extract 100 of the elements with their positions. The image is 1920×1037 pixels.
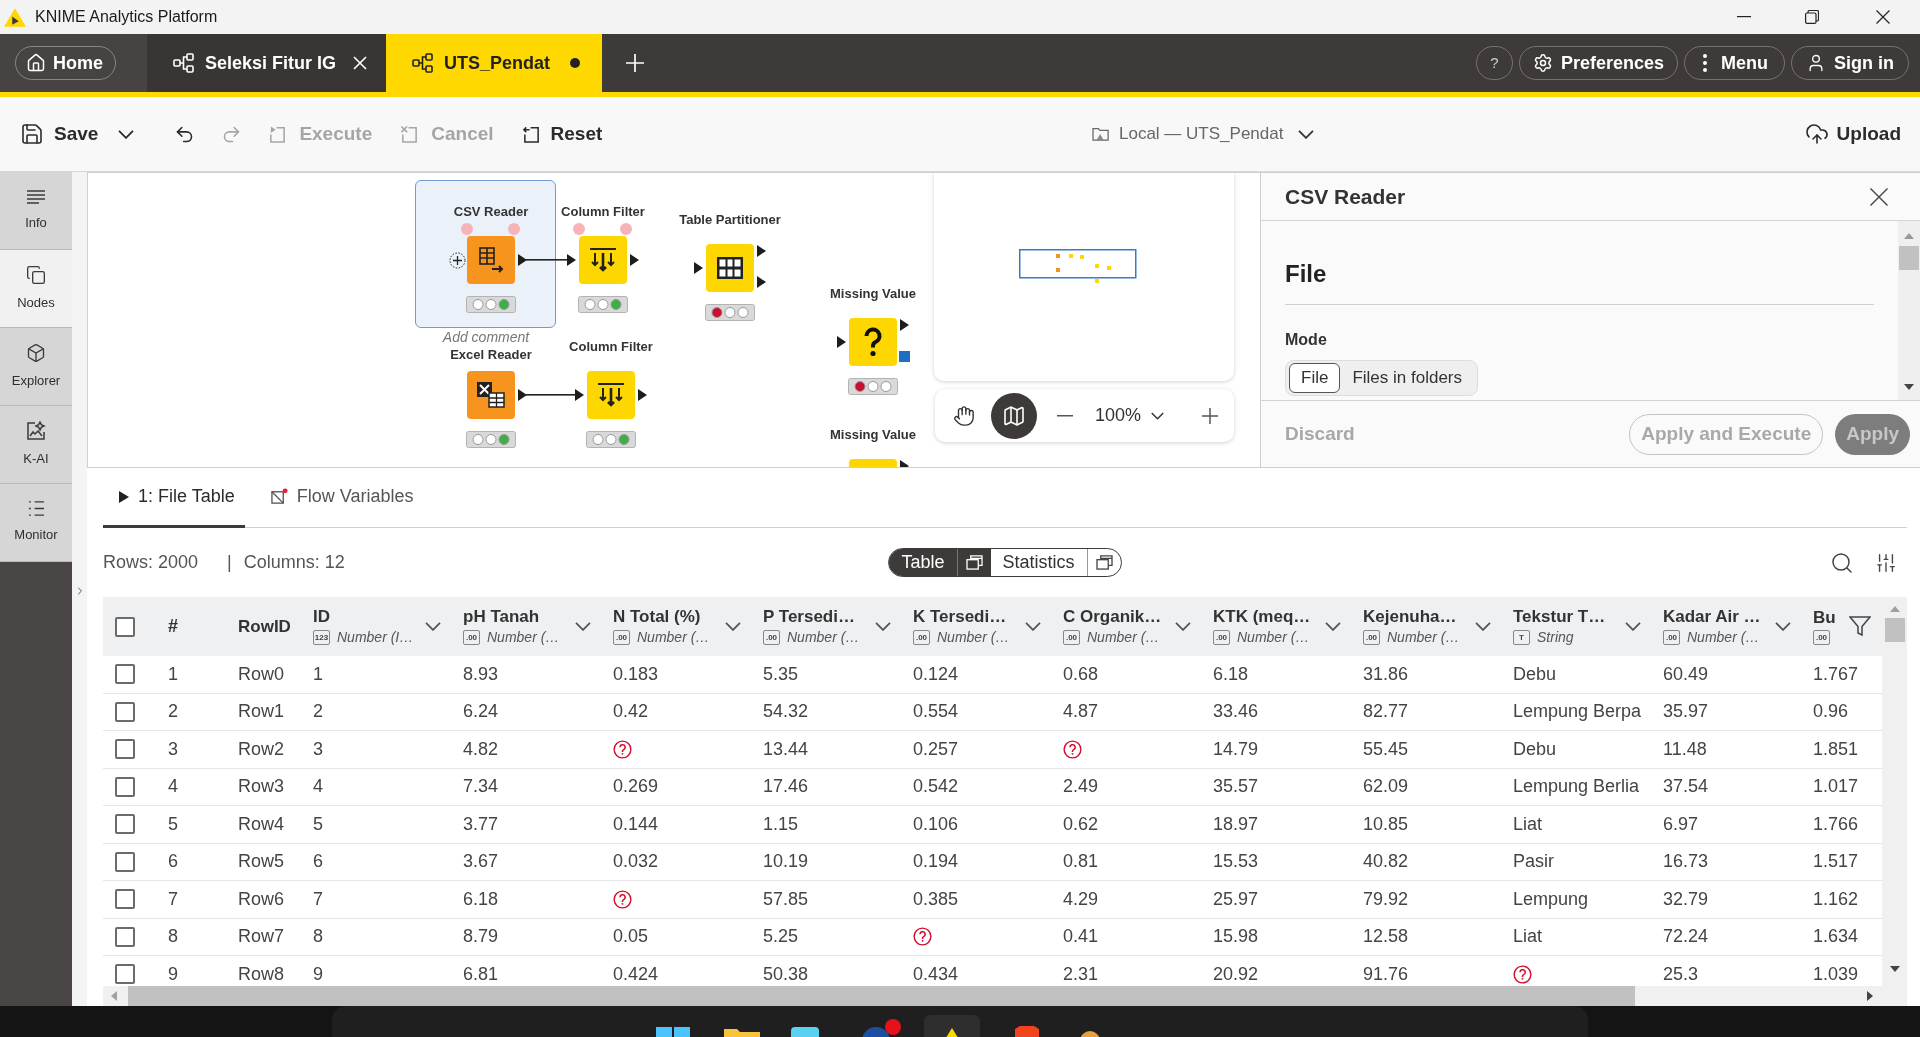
row-checkbox[interactable] [115,964,135,985]
sidebar-tab[interactable]: Nodes [0,250,72,328]
question-mark-node-icon[interactable] [849,318,897,366]
zoom-level-dropdown[interactable]: 100% [1095,402,1165,429]
column-header[interactable]: Kejenuha… [1363,607,1475,627]
chevron-down-icon [118,129,135,139]
row-checkbox[interactable] [115,616,135,637]
sidebar-tab[interactable]: Explorer [0,328,72,406]
column-header[interactable]: Tekstur T… [1513,607,1625,627]
node-label[interactable]: Column Filter [569,339,653,355]
row-count: Rows: 2000 [103,551,199,574]
workflow-tab[interactable]: UTS_Pendat [386,34,603,92]
missing-value-icon [1513,964,1532,984]
folder-icon[interactable] [724,1027,760,1037]
zoom-in-button[interactable] [1202,407,1218,424]
chevron-down-icon[interactable] [575,622,591,631]
column-header[interactable]: N Total (%) [613,607,725,627]
sidebar-tab[interactable]: Monitor [0,484,72,562]
row-index: 5 [168,813,178,834]
down-arrows-node-icon[interactable] [579,236,627,284]
scroll-thumb[interactable] [1884,618,1905,642]
down-arrows-node-icon[interactable] [587,371,635,419]
chevron-down-icon[interactable] [875,622,891,631]
filter-button[interactable] [1848,614,1872,638]
row-id: Row5 [238,851,285,872]
table-cell-text: 6.18 [463,887,499,911]
grid-node-icon[interactable] [706,244,754,292]
row-checkbox[interactable] [115,814,135,835]
node-label[interactable]: Column Filter [561,204,645,220]
close-tab-button[interactable] [352,55,369,71]
save-button[interactable]: Save [20,119,99,149]
save-options-button[interactable] [118,129,135,139]
sidebar-tab[interactable]: K-AI [0,406,72,484]
row-checkbox[interactable] [115,739,135,760]
row-checkbox[interactable] [115,889,135,910]
row-checkbox[interactable] [115,776,135,797]
row-checkbox[interactable] [115,701,135,722]
chevron-down-icon[interactable] [1625,622,1641,631]
workflow-tab[interactable]: Seleksi Fitur IG [147,34,387,92]
table-settings-button[interactable] [1875,551,1897,574]
spreadsheet-node-icon[interactable] [467,371,515,419]
node-label[interactable]: Missing Value [830,286,916,302]
table-cell-text: Liat [1513,812,1543,836]
column-header[interactable]: Kadar Air … [1663,607,1775,627]
table-cell-text: 6.97 [1663,812,1699,836]
column-header[interactable]: KTK (meq… [1213,607,1325,627]
node-label[interactable]: Missing Value [830,427,916,443]
column-header[interactable]: K Tersedi… [913,607,1025,627]
windows-start-icon[interactable] [656,1026,690,1037]
scroll-thumb[interactable] [128,986,1635,1006]
comment-placeholder[interactable]: Add comment [442,329,530,345]
view-tab[interactable]: Statistics [990,549,1121,576]
sidebar-tab[interactable]: Info [0,172,72,250]
app-tile[interactable] [924,1015,980,1037]
mode-option[interactable]: Files in folders [1340,363,1474,393]
output-port-icon [757,245,766,257]
table-cell-text: 57.85 [763,887,809,911]
output-tab[interactable]: Flow Variables [268,468,416,528]
row-checkbox[interactable] [115,926,135,947]
chevron-down-icon[interactable] [1175,622,1191,631]
add-port-icon[interactable] [449,252,466,269]
close-dialog-button[interactable] [1870,187,1888,206]
chevron-down-icon[interactable] [425,622,441,631]
column-header[interactable]: C Organik… [1063,607,1175,627]
column-header[interactable]: Bu [1813,608,1868,628]
mode-option[interactable]: File [1289,363,1341,393]
scroll-thumb[interactable] [1899,246,1919,270]
chevron-down-icon[interactable] [1325,622,1341,631]
column-header[interactable]: pH Tanah [463,607,575,627]
upload-button[interactable]: Upload [1804,119,1901,149]
table-cell-text: 91.76 [1363,962,1409,986]
chevron-down-icon[interactable] [1475,622,1491,631]
table-cell-text: 1.517 [1813,850,1859,874]
reset-button[interactable]: Reset [521,119,603,149]
node-label[interactable]: CSV Reader [453,204,529,220]
new-tab-button[interactable] [626,54,645,72]
plus-icon [626,54,645,72]
location-selector[interactable]: Local — UTS_Pendat [1092,121,1315,147]
node-tile-icon[interactable] [849,459,897,467]
app-icon[interactable] [791,1026,819,1037]
output-tab[interactable]: 1: File Table [103,468,245,528]
node-label[interactable]: Excel Reader [450,347,532,363]
row-checkbox[interactable] [115,851,135,872]
minimap-toggle-button[interactable] [991,392,1037,439]
table-cell-text: 0.385 [913,887,959,911]
view-tab[interactable]: Table [889,549,991,576]
search-button[interactable] [1830,550,1854,575]
app-icon[interactable] [1080,1031,1100,1037]
chevron-down-icon[interactable] [1025,622,1041,631]
row-checkbox[interactable] [115,664,135,685]
menu-icon [1703,54,1707,72]
chevron-down-icon[interactable] [1775,622,1791,631]
close-icon [353,56,368,70]
app-icon[interactable] [1012,1026,1042,1037]
table-arrow-node-icon[interactable] [467,236,515,284]
node-label[interactable]: Table Partitioner [679,212,781,228]
column-header[interactable]: P Tersedi… [763,607,875,627]
table-cell-text: 4.29 [1063,887,1099,911]
column-header[interactable]: ID [313,607,425,627]
chevron-down-icon[interactable] [725,622,741,631]
